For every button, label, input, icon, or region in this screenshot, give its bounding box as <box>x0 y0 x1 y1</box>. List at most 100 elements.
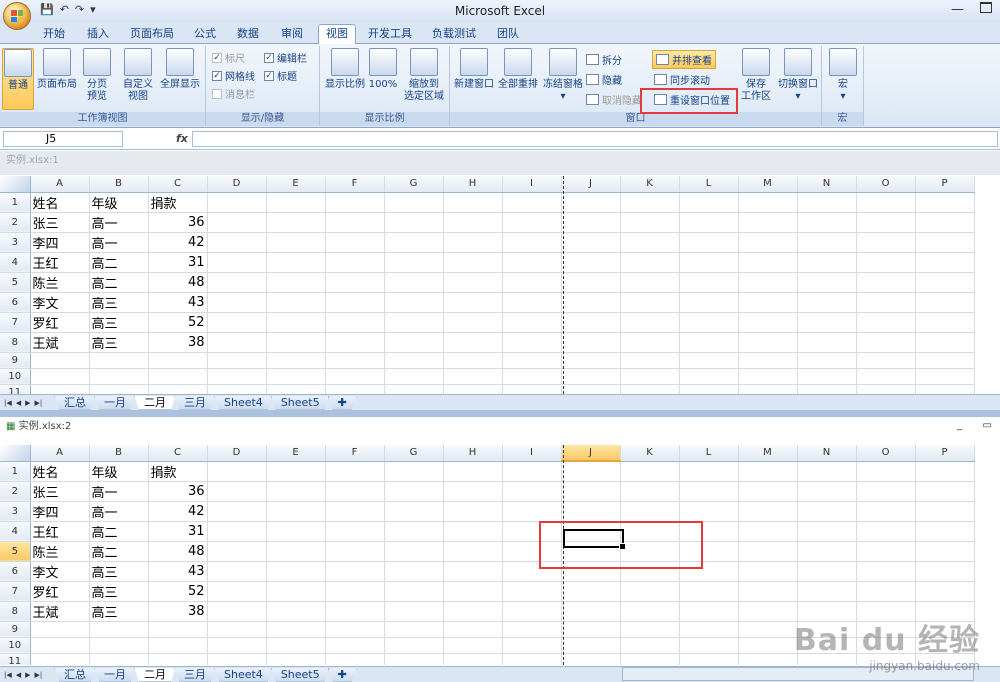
cell[interactable] <box>738 541 798 562</box>
cell[interactable]: 42 <box>148 501 208 522</box>
cell[interactable] <box>89 621 149 638</box>
cell[interactable] <box>502 232 562 253</box>
cell[interactable] <box>620 368 680 385</box>
column-header[interactable]: M <box>738 176 798 193</box>
cell[interactable] <box>325 212 385 233</box>
cell[interactable] <box>443 312 503 333</box>
cell[interactable] <box>325 461 385 482</box>
row-header[interactable]: 3 <box>0 232 31 253</box>
cell[interactable] <box>266 501 326 522</box>
cell[interactable] <box>561 252 621 273</box>
zoom-button[interactable]: 显示比例 <box>324 48 366 91</box>
cell[interactable] <box>325 312 385 333</box>
column-header[interactable]: E <box>266 445 326 462</box>
column-header[interactable]: H <box>443 445 503 462</box>
cell[interactable] <box>443 653 503 665</box>
column-header[interactable]: A <box>30 176 90 193</box>
arrange-all-button[interactable]: 全部重排 <box>498 48 538 91</box>
insert-sheet-icon[interactable]: ✚ <box>328 668 357 682</box>
cell[interactable] <box>148 621 208 638</box>
cell[interactable] <box>266 621 326 638</box>
row-header[interactable]: 5 <box>0 541 31 562</box>
cell[interactable] <box>797 384 857 394</box>
cell[interactable] <box>620 601 680 622</box>
cell[interactable] <box>325 621 385 638</box>
cell[interactable] <box>384 541 444 562</box>
cell[interactable] <box>207 637 267 654</box>
column-header[interactable]: N <box>797 445 857 462</box>
cell[interactable] <box>738 312 798 333</box>
sheet-tab[interactable]: 二月 <box>134 668 176 682</box>
cell[interactable] <box>325 352 385 369</box>
cell[interactable] <box>915 581 975 602</box>
cell[interactable] <box>738 581 798 602</box>
cell[interactable] <box>384 621 444 638</box>
cell[interactable] <box>207 481 267 502</box>
tab-home[interactable]: 开始 <box>38 25 70 44</box>
cell[interactable] <box>384 561 444 582</box>
cell[interactable] <box>384 521 444 542</box>
cell[interactable] <box>738 501 798 522</box>
cell[interactable] <box>325 192 385 213</box>
cell[interactable] <box>502 332 562 353</box>
column-header[interactable]: O <box>856 445 916 462</box>
cell[interactable] <box>443 501 503 522</box>
cell[interactable] <box>561 352 621 369</box>
cell[interactable]: 高一 <box>89 501 149 522</box>
cell[interactable] <box>207 621 267 638</box>
column-header[interactable]: P <box>915 176 975 193</box>
cell[interactable]: 李四 <box>30 501 90 522</box>
cell[interactable] <box>856 581 916 602</box>
cell[interactable] <box>738 621 798 638</box>
next-sheet-icon[interactable]: ▶ <box>25 671 30 679</box>
cell[interactable] <box>797 332 857 353</box>
cell[interactable] <box>207 541 267 562</box>
ruler-checkbox[interactable]: ✓ 标尺 <box>212 50 245 65</box>
row-header[interactable]: 9 <box>0 352 31 369</box>
cell[interactable] <box>856 561 916 582</box>
switch-windows-button[interactable]: 切换窗口 ▾ <box>776 48 820 103</box>
cell[interactable] <box>266 653 326 665</box>
cell[interactable] <box>266 561 326 582</box>
cell[interactable] <box>207 312 267 333</box>
split-button[interactable]: 拆分 <box>586 52 622 67</box>
cell[interactable]: 36 <box>148 481 208 502</box>
cell[interactable] <box>207 501 267 522</box>
cell[interactable] <box>443 621 503 638</box>
cell[interactable] <box>561 312 621 333</box>
cell[interactable] <box>738 561 798 582</box>
cell[interactable] <box>384 461 444 482</box>
column-header[interactable]: J <box>561 176 621 193</box>
column-header[interactable]: A <box>30 445 90 462</box>
cell[interactable] <box>856 384 916 394</box>
cell[interactable] <box>856 481 916 502</box>
cell[interactable] <box>679 601 739 622</box>
cell[interactable] <box>738 637 798 654</box>
cell[interactable] <box>325 501 385 522</box>
cell[interactable] <box>443 561 503 582</box>
cell[interactable] <box>443 212 503 233</box>
cell[interactable] <box>384 292 444 313</box>
cell[interactable] <box>856 461 916 482</box>
cell[interactable] <box>443 252 503 273</box>
cell[interactable] <box>384 332 444 353</box>
cell[interactable] <box>502 501 562 522</box>
column-header[interactable]: K <box>620 445 680 462</box>
column-header[interactable]: C <box>148 445 208 462</box>
row-header[interactable]: 11 <box>0 384 31 394</box>
cell[interactable] <box>266 332 326 353</box>
cell[interactable] <box>443 637 503 654</box>
page-break-preview-button[interactable]: 分页 预览 <box>80 48 114 103</box>
cell[interactable] <box>207 561 267 582</box>
column-header[interactable]: D <box>207 176 267 193</box>
column-header[interactable]: I <box>502 445 562 462</box>
cell[interactable] <box>502 461 562 482</box>
cell[interactable] <box>266 212 326 233</box>
cell[interactable] <box>266 252 326 273</box>
cell[interactable] <box>856 272 916 293</box>
last-sheet-icon[interactable]: ▶| <box>35 399 43 407</box>
cell[interactable] <box>679 653 739 665</box>
cell[interactable] <box>384 384 444 394</box>
tab-developer[interactable]: 开发工具 <box>366 25 414 44</box>
cell[interactable] <box>30 653 90 665</box>
